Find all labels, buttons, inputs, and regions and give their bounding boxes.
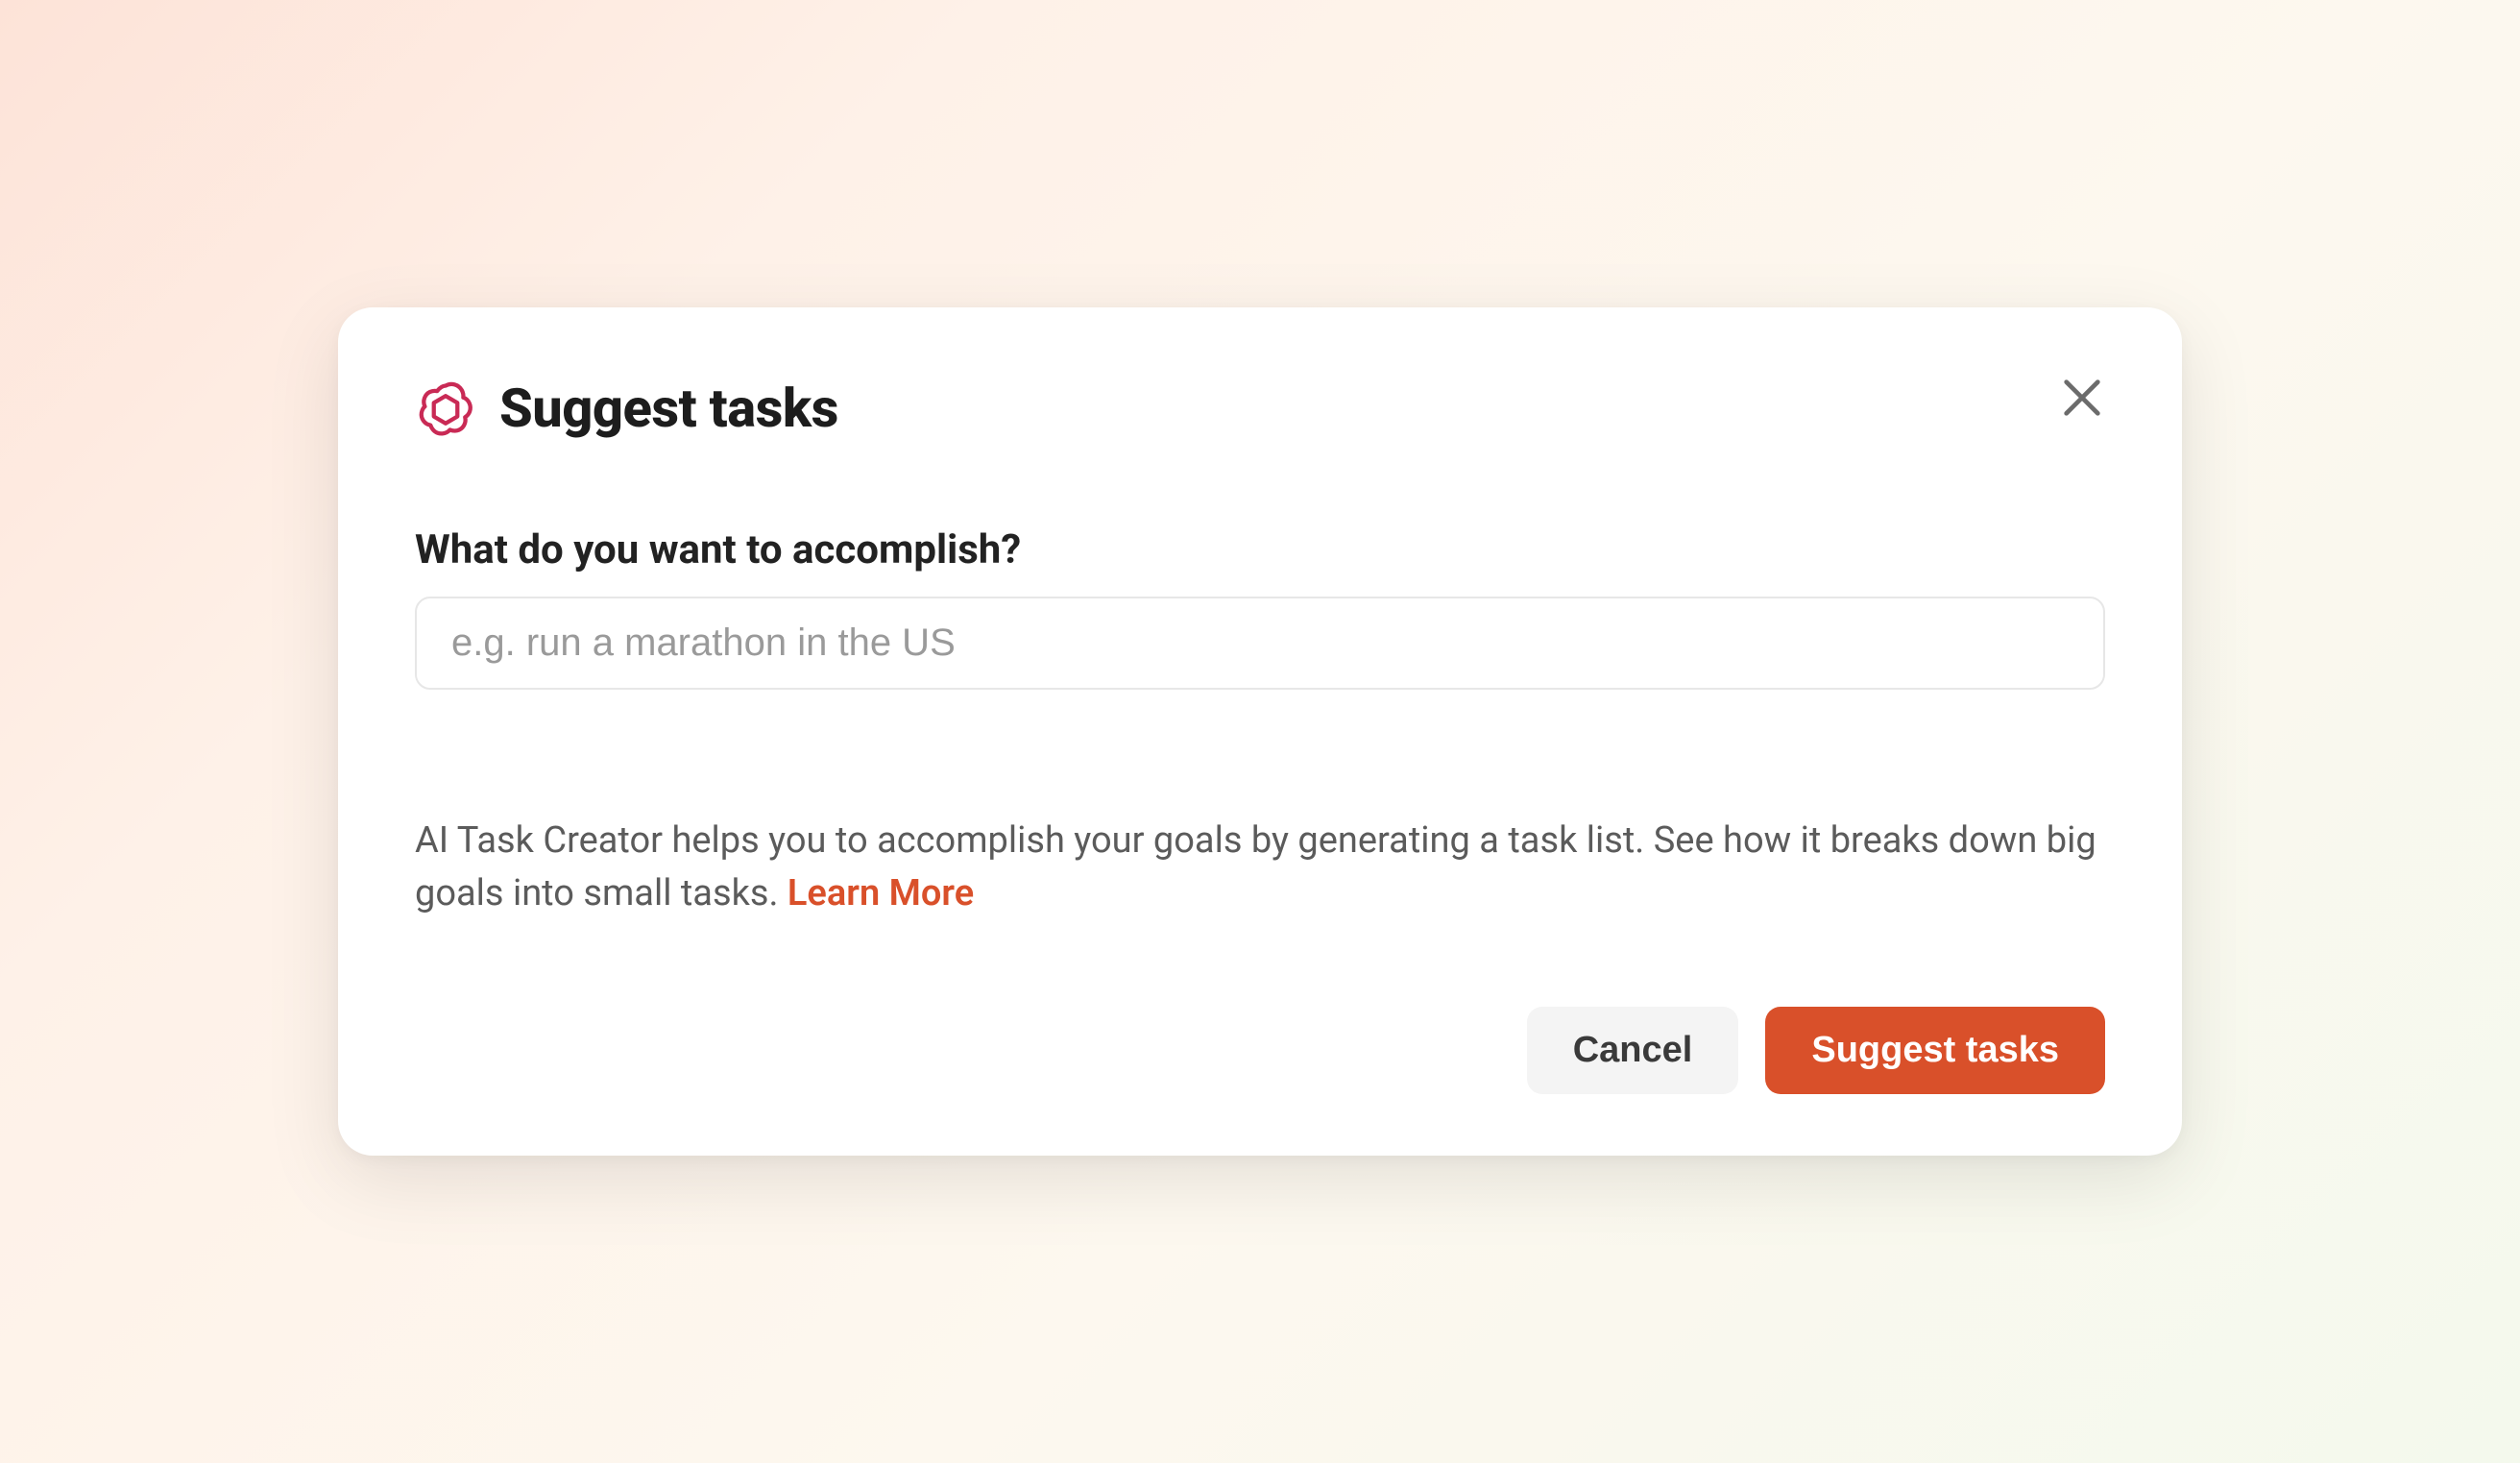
- learn-more-link[interactable]: Learn More: [788, 872, 974, 914]
- modal-footer: Cancel Suggest tasks: [415, 1007, 2105, 1094]
- modal-title: Suggest tasks: [499, 377, 838, 440]
- close-icon: [2055, 371, 2109, 427]
- goal-form: What do you want to accomplish?: [415, 526, 2105, 690]
- close-button[interactable]: [2051, 369, 2113, 430]
- suggest-tasks-button[interactable]: Suggest tasks: [1765, 1007, 2105, 1094]
- goal-prompt-label: What do you want to accomplish?: [415, 526, 2105, 573]
- openai-logo-icon: [415, 378, 476, 439]
- helper-body: AI Task Creator helps you to accomplish …: [415, 819, 2096, 914]
- helper-text: AI Task Creator helps you to accomplish …: [415, 815, 2105, 920]
- cancel-button[interactable]: Cancel: [1527, 1007, 1739, 1094]
- modal-header: Suggest tasks: [415, 377, 2105, 440]
- suggest-tasks-modal: Suggest tasks What do you want to accomp…: [338, 307, 2182, 1156]
- goal-input[interactable]: [415, 597, 2105, 690]
